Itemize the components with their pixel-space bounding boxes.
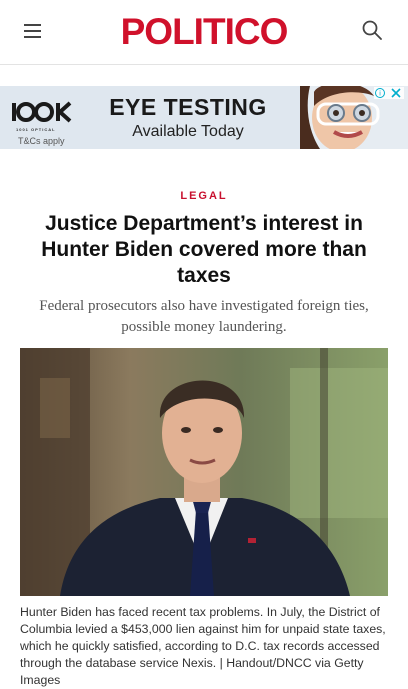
article-photo[interactable]	[20, 348, 388, 596]
ad-headline: EYE TESTING	[109, 94, 267, 120]
top-navigation-bar: POLITICO	[0, 0, 408, 65]
article-category[interactable]: LEGAL	[0, 190, 408, 202]
search-icon[interactable]	[360, 18, 384, 42]
photo-caption: Hunter Biden has faced recent tax proble…	[20, 605, 386, 687]
article-subheadline: Federal prosecutors also have investigat…	[39, 298, 369, 335]
article-headline: Justice Department’s interest in Hunter …	[41, 212, 367, 287]
adchoices-icon[interactable]: i	[374, 87, 404, 99]
1001-optical-logo	[12, 101, 72, 123]
politico-logo[interactable]: POLITICO	[0, 8, 408, 56]
ad-subline: Available Today	[132, 123, 244, 140]
advertisement-banner[interactable]: 1001 OPTICAL T&Cs apply EYE TESTING Avai…	[0, 86, 408, 149]
ad-terms: T&Cs apply	[18, 136, 65, 146]
ad-brand-text: 1001 OPTICAL	[16, 127, 56, 132]
